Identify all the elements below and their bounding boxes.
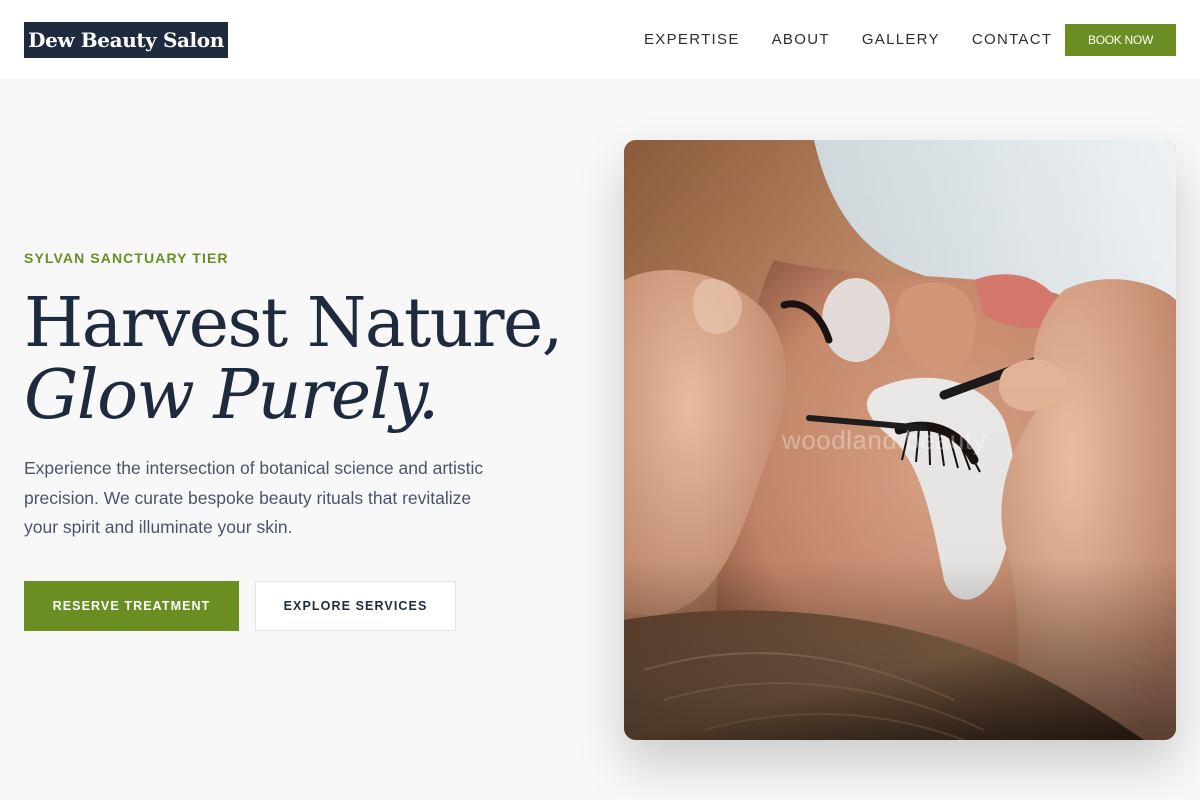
hero-headline-line1: Harvest Nature, <box>24 284 563 363</box>
book-now-button[interactable]: BOOK NOW <box>1065 24 1176 56</box>
reserve-treatment-button[interactable]: RESERVE TREATMENT <box>24 581 239 631</box>
hero-description: Experience the intersection of botanical… <box>24 458 484 537</box>
nav-link-expertise[interactable]: EXPERTISE <box>644 31 740 49</box>
hero-image: insitu ULTRA woodland beauty <box>624 140 1176 740</box>
nav-link-about[interactable]: ABOUT <box>772 31 830 49</box>
image-watermark: woodland beauty <box>782 425 987 455</box>
hero-headline: Harvest Nature, Glow Purely. <box>24 288 584 432</box>
brand-logo[interactable]: Dew Beauty Salon <box>24 22 228 58</box>
nav-link-gallery[interactable]: GALLERY <box>862 31 940 49</box>
explore-services-button[interactable]: EXPLORE SERVICES <box>255 581 456 631</box>
main-nav: EXPERTISE ABOUT GALLERY CONTACT <box>644 31 1052 49</box>
nav-link-contact[interactable]: CONTACT <box>972 31 1052 49</box>
hero-eyebrow: SYLVAN SANCTUARY TIER <box>24 250 229 266</box>
hero-headline-line2: Glow Purely. <box>24 356 439 435</box>
site-header: Dew Beauty Salon EXPERTISE ABOUT GALLERY… <box>0 0 1200 79</box>
